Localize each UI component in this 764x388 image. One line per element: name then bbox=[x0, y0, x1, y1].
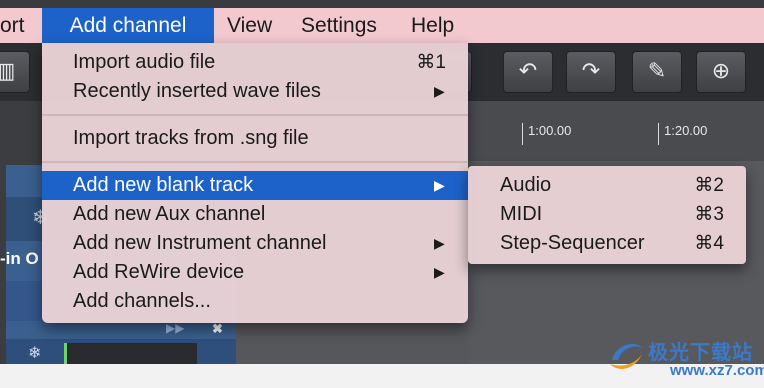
menu-item-recent-wave-files[interactable]: Recently inserted wave files ▶ bbox=[42, 77, 468, 106]
edit-icon[interactable]: ✎ bbox=[632, 51, 682, 93]
close-icon[interactable]: ✖ bbox=[212, 321, 223, 337]
watermark-title: 极光下载站 bbox=[648, 342, 753, 364]
watermark-url: www.xz7.com bbox=[670, 362, 764, 379]
submenu-item-midi[interactable]: MIDI ⌘3 bbox=[468, 200, 746, 229]
channel-label: -in O bbox=[0, 249, 39, 268]
menu-item-import-audio-file[interactable]: Import audio file ⌘1 bbox=[42, 48, 468, 77]
shortcut-label: ⌘1 bbox=[416, 52, 446, 73]
submenu-item-audio[interactable]: Audio ⌘2 bbox=[468, 171, 746, 200]
submenu-arrow-icon: ▶ bbox=[434, 235, 445, 251]
menu-separator bbox=[42, 161, 468, 163]
menu-add-channel[interactable]: Add channel bbox=[42, 8, 214, 43]
expand-icon[interactable]: ▶▶ bbox=[166, 321, 184, 335]
menu-view[interactable]: View bbox=[227, 8, 272, 43]
menu-item-import-sng[interactable]: Import tracks from .sng file bbox=[42, 124, 468, 153]
menu-item-add-channels[interactable]: Add channels... bbox=[42, 287, 468, 316]
redo-icon[interactable]: ↷ bbox=[566, 51, 616, 93]
shortcut-label: ⌘3 bbox=[694, 204, 724, 225]
shortcut-label: ⌘2 bbox=[694, 175, 724, 196]
shortcut-label: ⌘4 bbox=[694, 233, 724, 254]
timeline-marker: 1:00.00 bbox=[528, 123, 572, 138]
blank-track-submenu: Audio ⌘2 MIDI ⌘3 Step-Sequencer ⌘4 bbox=[468, 166, 746, 264]
add-channel-menu: Import audio file ⌘1 Recently inserted w… bbox=[42, 43, 468, 323]
menu-item-add-blank-track[interactable]: Add new blank track ▶ bbox=[42, 171, 468, 200]
menu-item-add-aux-channel[interactable]: Add new Aux channel bbox=[42, 200, 468, 229]
snowflake-icon: ❄ bbox=[28, 345, 42, 362]
menu-settings[interactable]: Settings bbox=[301, 8, 377, 43]
menu-help[interactable]: Help bbox=[411, 8, 454, 43]
menu-bar: ort Add channel View Settings Help bbox=[0, 8, 764, 43]
watermark: 极光下载站 www.xz7.com bbox=[600, 330, 764, 386]
menu-separator bbox=[42, 114, 468, 116]
timeline-marker: 1:20.00 bbox=[664, 123, 708, 138]
submenu-item-step-sequencer[interactable]: Step-Sequencer ⌘4 bbox=[468, 229, 746, 258]
submenu-arrow-icon: ▶ bbox=[434, 177, 445, 193]
timeline-ruler[interactable]: 1:00.00 1:20.00 bbox=[468, 101, 764, 162]
mixer-icon[interactable]: ▥ bbox=[0, 51, 30, 93]
menu-item-add-instrument-channel[interactable]: Add new Instrument channel ▶ bbox=[42, 229, 468, 258]
menu-import[interactable]: ort bbox=[0, 8, 31, 43]
menu-item-add-rewire-device[interactable]: Add ReWire device ▶ bbox=[42, 258, 468, 287]
undo-icon[interactable]: ↶ bbox=[503, 51, 553, 93]
submenu-arrow-icon: ▶ bbox=[434, 264, 445, 280]
watermark-logo-icon bbox=[610, 344, 642, 369]
submenu-arrow-icon: ▶ bbox=[434, 83, 445, 99]
drum-add-icon[interactable]: ⊕ bbox=[696, 51, 746, 93]
